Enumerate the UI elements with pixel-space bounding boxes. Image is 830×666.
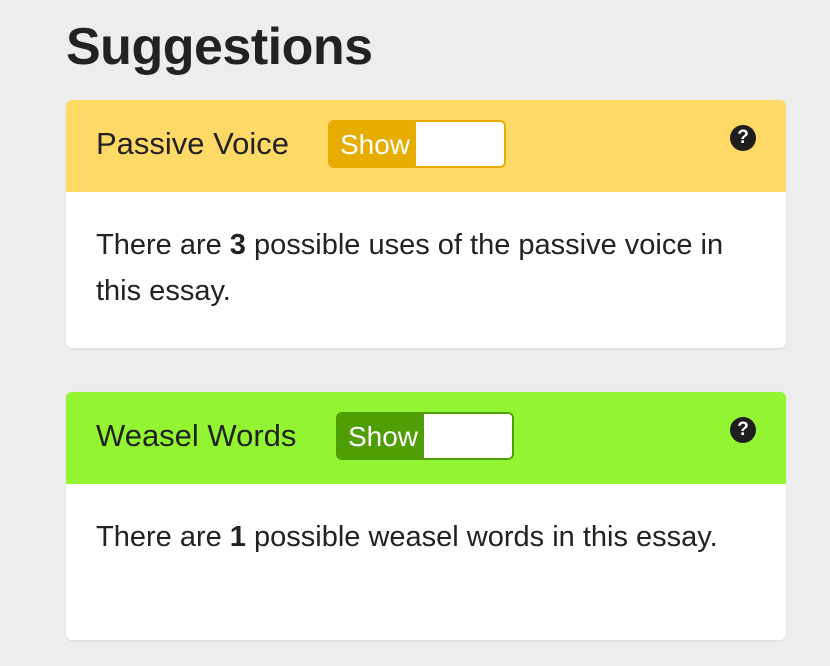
passive-voice-toggle-handle[interactable] [416, 122, 504, 166]
passive-voice-title: Passive Voice [96, 126, 289, 161]
question-circle-icon[interactable]: ? [730, 417, 756, 443]
weasel-words-toggle-label: Show [338, 414, 428, 458]
passive-voice-body: There are 3 possible uses of the passive… [66, 192, 786, 314]
message-suffix: possible weasel words in this essay. [245, 521, 718, 553]
weasel-words-toggle-handle[interactable] [424, 414, 512, 458]
weasel-words-message: There are 1 possible weasel words in thi… [96, 514, 756, 560]
passive-voice-show-toggle[interactable]: Show [328, 120, 506, 168]
message-prefix: There are [96, 521, 230, 553]
passive-voice-header: Passive Voice Show ? [66, 100, 786, 192]
weasel-words-title: Weasel Words [96, 418, 297, 453]
passive-voice-count: 3 [229, 229, 246, 261]
weasel-words-card: Weasel Words Show ? There are 1 possible… [66, 392, 786, 640]
passive-voice-card: Passive Voice Show ? There are 3 possibl… [66, 100, 786, 348]
question-circle-icon[interactable]: ? [730, 125, 756, 151]
weasel-words-count: 1 [229, 521, 246, 553]
weasel-words-header: Weasel Words Show ? [66, 392, 786, 484]
passive-voice-message: There are 3 possible uses of the passive… [96, 222, 756, 314]
page-title: Suggestions [66, 18, 373, 76]
weasel-words-body: There are 1 possible weasel words in thi… [66, 484, 786, 560]
weasel-words-show-toggle[interactable]: Show [336, 412, 514, 460]
message-prefix: There are [96, 229, 230, 261]
passive-voice-toggle-label: Show [330, 122, 420, 166]
